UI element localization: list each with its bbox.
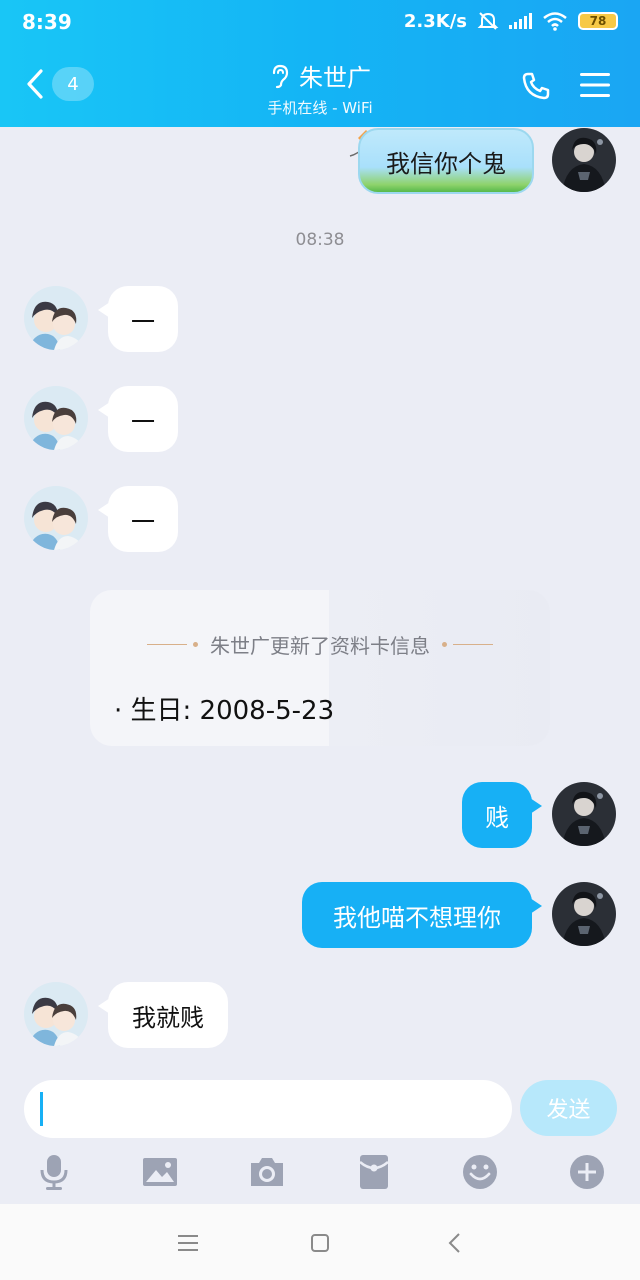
message-text: 我就贱 — [132, 1003, 204, 1032]
send-button[interactable]: 发送 — [520, 1080, 617, 1136]
message-bubble-self[interactable]: 贱 — [462, 782, 542, 848]
avatar-contact[interactable] — [24, 486, 88, 550]
message-bubble-self[interactable]: 我他喵不想理你 — [302, 882, 542, 948]
message-bubble-self[interactable]: 我信你个鬼 — [358, 128, 534, 194]
plus-icon[interactable] — [567, 1152, 607, 1192]
wifi-icon — [543, 12, 567, 31]
red-packet-icon[interactable] — [354, 1152, 394, 1192]
message-bubble-contact[interactable]: 一 — [98, 486, 178, 552]
contact-name: 朱世广 — [299, 64, 371, 92]
avatar-self[interactable] — [552, 782, 616, 846]
message-text: 贱 — [485, 803, 509, 832]
text-caret — [40, 1092, 43, 1126]
earpiece-mode-icon — [272, 64, 289, 88]
network-speed: 2.3K/s — [403, 10, 467, 32]
message-text: 一 — [131, 507, 155, 536]
avatar-self[interactable] — [552, 882, 616, 946]
avatar-contact[interactable] — [24, 386, 88, 450]
camera-icon[interactable] — [247, 1152, 287, 1192]
time-divider: 08:38 — [295, 230, 345, 250]
card-title: 朱世广更新了资料卡信息 — [210, 634, 430, 658]
menu-icon[interactable] — [578, 70, 612, 100]
back-nav-icon[interactable] — [440, 1228, 470, 1258]
emoji-icon[interactable] — [460, 1152, 500, 1192]
left-ornament — [147, 642, 198, 647]
home-nav-icon[interactable] — [305, 1228, 335, 1258]
avatar-contact[interactable] — [24, 286, 88, 350]
image-icon[interactable] — [140, 1152, 180, 1192]
phone-call-icon[interactable] — [520, 70, 552, 102]
message-bubble-contact[interactable]: 我就贱 — [98, 982, 228, 1048]
profile-update-card: 朱世广更新了资料卡信息 · 生日: 2008-5-23 — [90, 590, 550, 746]
status-time: 8:39 — [22, 10, 72, 34]
message-text: 一 — [131, 407, 155, 436]
battery-indicator: 78 — [578, 12, 618, 30]
message-text: 我信你个鬼 — [386, 149, 506, 178]
composer-toolbar — [0, 1148, 640, 1198]
message-bubble-contact[interactable]: 一 — [98, 286, 178, 352]
avatar-contact[interactable] — [24, 982, 88, 1046]
status-icons: 2.3K/s 78 — [404, 10, 618, 32]
microphone-icon[interactable] — [34, 1152, 74, 1192]
message-input[interactable] — [24, 1080, 512, 1138]
message-text: 一 — [131, 307, 155, 336]
message-bubble-contact[interactable]: 一 — [98, 386, 178, 452]
message-text: 我他喵不想理你 — [333, 903, 501, 932]
signal-icon — [509, 13, 532, 29]
right-ornament — [442, 642, 493, 647]
mute-alarm-icon — [477, 12, 499, 30]
chat-header: 8:39 2.3K/s 78 4 朱世广 手机在线 - WiFi — [0, 0, 640, 127]
avatar-self[interactable] — [552, 128, 616, 192]
menu-nav-icon[interactable] — [173, 1228, 203, 1258]
system-nav-bar — [0, 1204, 640, 1280]
birthday-line: · 生日: 2008-5-23 — [114, 696, 335, 726]
